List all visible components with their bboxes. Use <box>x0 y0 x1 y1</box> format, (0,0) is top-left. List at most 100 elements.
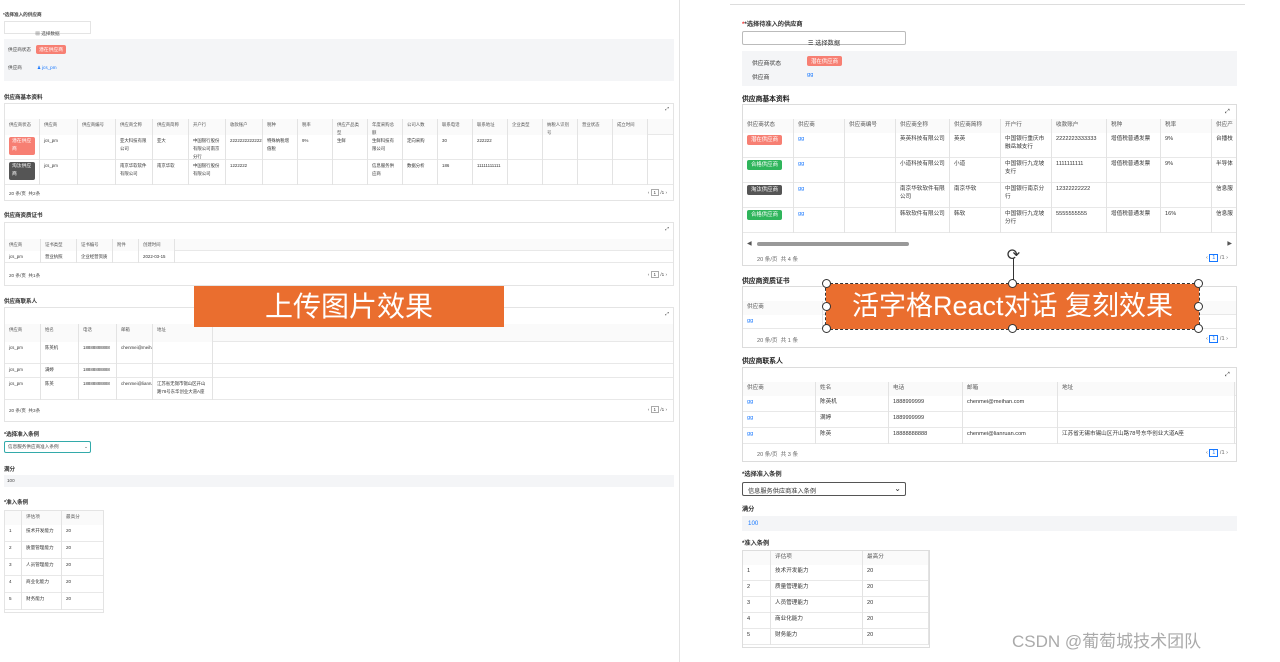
column-header[interactable]: 开户行 <box>189 119 226 135</box>
column-header[interactable]: 证书编号 <box>77 239 113 251</box>
column-header[interactable]: 联系地址 <box>473 119 508 135</box>
column-header[interactable]: 成立时间 <box>613 119 648 135</box>
page-number[interactable]: 1 <box>1209 254 1219 262</box>
column-header[interactable]: 开户行 <box>1001 119 1052 133</box>
table-cell[interactable]: gg <box>743 396 816 412</box>
column-header[interactable]: 姓名 <box>816 382 889 396</box>
table-cell: 技术开发能力 <box>22 525 62 542</box>
right-basic-pagination[interactable]: ‹ 1 /1 › <box>1206 254 1228 262</box>
right-cond-select[interactable]: 信息服务供应商准入条例 ⌄ <box>742 482 906 496</box>
column-header[interactable]: 企业类型 <box>508 119 543 135</box>
right-cert-pager[interactable]: 20 条/页 <box>757 338 778 344</box>
table-cell[interactable]: gg <box>794 158 845 183</box>
table-cell[interactable]: gg <box>743 412 816 428</box>
resize-handle[interactable] <box>1194 279 1203 288</box>
column-header[interactable]: 供应商状态 <box>5 119 40 135</box>
right-contact-pager[interactable]: 20 条/页 <box>757 452 778 458</box>
column-header[interactable]: 税率 <box>298 119 333 135</box>
expand-icon[interactable]: ⤢ <box>665 106 669 112</box>
left-cert-pager[interactable]: 20 条/页 <box>9 273 26 278</box>
right-select-button[interactable]: ☰ 选择数据 <box>742 31 906 47</box>
column-header[interactable]: 供应商简称 <box>950 119 1001 133</box>
column-header[interactable]: 收款账户 <box>1052 119 1107 133</box>
resize-handle[interactable] <box>822 302 831 311</box>
left-select-button[interactable]: ▦ 选择数据 <box>4 21 91 36</box>
column-header[interactable]: 供应商 <box>5 239 41 251</box>
table-cell[interactable]: gg <box>794 208 845 233</box>
column-header[interactable]: 邮箱 <box>963 382 1058 396</box>
right-score-value: 100 <box>748 520 759 527</box>
table-cell <box>153 342 213 364</box>
expand-icon[interactable]: ⤢ <box>665 226 669 232</box>
left-supplier-value[interactable]: jcs_pm <box>42 65 57 71</box>
left-basic-pagination[interactable]: ‹ 1 /1 › <box>648 189 667 196</box>
column-header[interactable]: 供应商全称 <box>116 119 153 135</box>
column-header[interactable]: 税率 <box>1161 119 1212 133</box>
column-header[interactable]: 电话 <box>889 382 963 396</box>
resize-handle[interactable] <box>822 279 831 288</box>
column-header[interactable]: 供应商编号 <box>845 119 896 133</box>
left-contact-pagination[interactable]: ‹ 1 /1 › <box>648 406 667 413</box>
table-cell[interactable]: gg <box>794 133 845 158</box>
table-cell[interactable]: gg <box>743 428 816 444</box>
left-cert-pagination[interactable]: ‹ 1 /1 › <box>648 271 667 278</box>
column-header[interactable]: 供应商编号 <box>78 119 116 135</box>
left-cond-select[interactable]: 信息服务供应商准入条例 ⌄ <box>4 441 91 453</box>
column-header[interactable]: 公司人数 <box>403 119 438 135</box>
column-header[interactable]: 供应商 <box>794 119 845 133</box>
scrollbar-thumb[interactable] <box>757 242 909 246</box>
column-header[interactable]: 供应产品类型 <box>333 119 368 135</box>
column-header[interactable]: 供应商全称 <box>896 119 950 133</box>
column-header[interactable]: 供应商状态 <box>743 119 794 133</box>
right-cert-pagination[interactable]: ‹ 1 /1 › <box>1206 335 1228 343</box>
column-header[interactable]: 附件 <box>113 239 139 251</box>
column-header[interactable]: 电话 <box>79 324 117 342</box>
column-header[interactable]: 最高分 <box>863 551 929 565</box>
left-contact-pager[interactable]: 20 条/页 <box>9 408 26 413</box>
column-header[interactable]: 营业状态 <box>578 119 613 135</box>
horizontal-scrollbar[interactable]: ◀ ▶ <box>747 241 1232 247</box>
expand-icon[interactable]: ⤢ <box>1225 371 1230 379</box>
column-header[interactable]: 供应商 <box>40 119 78 135</box>
right-contact-title: 供应商联系人 <box>742 358 783 365</box>
column-header[interactable]: 评估项 <box>22 511 62 525</box>
left-basic-pager[interactable]: 20 条/页 <box>9 191 26 196</box>
column-header[interactable]: 姓名 <box>41 324 79 342</box>
column-header[interactable]: 供应商 <box>743 301 823 315</box>
expand-icon[interactable]: ⤢ <box>1225 108 1230 116</box>
table-cell[interactable]: gg <box>743 315 823 329</box>
column-header[interactable]: 证书类型 <box>41 239 77 251</box>
column-header[interactable]: 收款账户 <box>226 119 263 135</box>
column-header[interactable]: 纳税人识别号 <box>543 119 578 135</box>
column-header[interactable]: 创建时间 <box>139 239 175 251</box>
right-basic-pager[interactable]: 20 条/页 <box>757 257 778 263</box>
resize-handle[interactable] <box>1194 302 1203 311</box>
resize-handle[interactable] <box>1194 324 1203 333</box>
column-header[interactable]: 供应产 <box>1212 119 1236 133</box>
column-header[interactable]: 最高分 <box>62 511 104 525</box>
resize-handle[interactable] <box>1008 324 1017 333</box>
column-header[interactable] <box>743 551 771 565</box>
table-cell[interactable]: gg <box>794 183 845 208</box>
column-header[interactable]: 税种 <box>1107 119 1161 133</box>
column-header[interactable]: 年度采购总额 <box>368 119 403 135</box>
column-header[interactable]: 供应商 <box>743 382 816 396</box>
right-caption-banner[interactable]: 活字格React对话 复刻效果 <box>825 283 1200 330</box>
scroll-right-icon[interactable]: ▶ <box>1227 240 1232 247</box>
expand-icon[interactable]: ⤢ <box>665 311 669 317</box>
rotate-handle-icon[interactable]: ⟳ <box>1004 247 1023 266</box>
scroll-left-icon[interactable]: ◀ <box>747 240 752 247</box>
right-supplier-value[interactable]: gg <box>807 72 813 78</box>
column-header[interactable]: 税种 <box>263 119 298 135</box>
column-header[interactable] <box>5 511 22 525</box>
table-cell: 20 <box>62 593 104 610</box>
column-header[interactable]: 联系电话 <box>438 119 473 135</box>
column-header[interactable]: 评估项 <box>771 551 863 565</box>
right-contact-pagination[interactable]: ‹ 1 /1 › <box>1206 449 1228 457</box>
column-header[interactable]: 供应商 <box>5 324 41 342</box>
column-header[interactable]: 邮箱 <box>117 324 153 342</box>
resize-handle[interactable] <box>822 324 831 333</box>
resize-handle[interactable] <box>1008 279 1017 288</box>
column-header[interactable]: 地址 <box>1058 382 1235 396</box>
column-header[interactable]: 供应商简称 <box>153 119 189 135</box>
